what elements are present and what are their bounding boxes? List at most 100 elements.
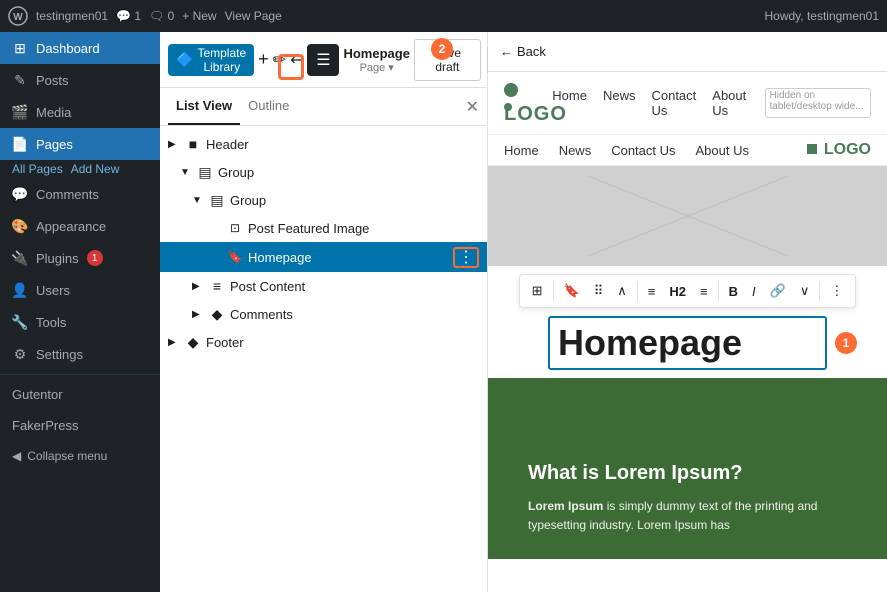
green-top-space — [528, 402, 847, 462]
comments-block-icon: ◆ — [208, 305, 226, 323]
undo-icon: ↩ — [290, 50, 303, 70]
edit-button[interactable]: ✏ — [273, 44, 286, 76]
group2-block-icon: ▤ — [208, 191, 226, 209]
image-block-icon: ⊡ — [226, 219, 244, 237]
chevron-icon[interactable]: ▶ — [168, 139, 180, 150]
toolbar-copy-button[interactable]: ⊞ — [526, 279, 549, 303]
page-subtitle[interactable]: Page ▾ — [343, 61, 409, 74]
subnav-logo-text: LOGO — [824, 141, 871, 158]
toolbar-move-up-button[interactable]: ∧ — [611, 279, 633, 303]
editor-topbar: 🔷 Template Library + ✏ ↩ ☰ 2 — [160, 32, 487, 88]
chevron-icon[interactable]: ▶ — [192, 281, 204, 292]
subnav-home[interactable]: Home — [504, 143, 539, 158]
plus-icon: + — [258, 49, 269, 70]
toolbar-bookmark-button[interactable]: 🔖 — [558, 279, 586, 303]
back-arrow-icon: ← — [500, 44, 513, 59]
tree-item-comments[interactable]: ▶ ◆ Comments — [160, 300, 487, 328]
toolbar-link-button[interactable]: 🔗 — [764, 279, 792, 303]
tree-item-group-2[interactable]: ▼ ▤ Group — [160, 186, 487, 214]
tree-item-post-featured-image[interactable]: ⊡ Post Featured Image — [160, 214, 487, 242]
footer-block-icon: ◆ — [184, 333, 202, 351]
sidebar-item-media[interactable]: 🎬 Media — [0, 96, 160, 128]
settings-icon: ⚙ — [12, 346, 28, 362]
back-button[interactable]: ← Back — [500, 44, 546, 59]
block-toolbar: ⊞ 🔖 ⠿ ∧ ≡ H2 ≡ B I 🔗 ∨ ⋮ — [519, 274, 857, 308]
subnav-news[interactable]: News — [559, 143, 592, 158]
lorem-bold: Lorem Ipsum — [528, 499, 603, 513]
nav-news[interactable]: News — [603, 88, 636, 118]
template-library-button[interactable]: 🔷 Template Library — [168, 44, 254, 76]
tree-item-header[interactable]: ▶ ■ Header — [160, 130, 487, 158]
pencil-icon: ✏ — [273, 50, 286, 70]
toolbar-align-button[interactable]: ≡ — [642, 280, 662, 303]
toolbar-more-formats-button[interactable]: ∨ — [794, 279, 816, 303]
sidebar-item-settings[interactable]: ⚙ Settings — [0, 338, 160, 370]
sidebar-item-posts[interactable]: ✎ Posts — [0, 64, 160, 96]
toolbar-h2-button[interactable]: H2 — [663, 280, 692, 303]
tree-item-footer[interactable]: ▶ ◆ Footer — [160, 328, 487, 356]
admin-bar-view-page[interactable]: View Page — [225, 9, 282, 23]
sidebar-item-users[interactable]: 👤 Users — [0, 274, 160, 306]
nav-home[interactable]: Home — [552, 88, 587, 118]
chevron-icon[interactable]: ▼ — [180, 167, 192, 178]
sidebar-item-label: Media — [36, 105, 71, 120]
add-block-button[interactable]: + — [258, 44, 269, 76]
collapse-menu[interactable]: ◀ Collapse menu — [0, 441, 160, 471]
comments-icon: 💬 — [12, 186, 28, 202]
sidebar-item-gutentor[interactable]: Gutentor — [0, 379, 160, 410]
list-view-button[interactable]: ☰ — [307, 44, 339, 76]
undo-button[interactable]: ↩ — [290, 44, 303, 76]
lorem-heading: What is Lorem Ipsum? — [528, 462, 847, 485]
tree-item-group-1[interactable]: ▼ ▤ Group — [160, 158, 487, 186]
toolbar-options-button[interactable]: ⋮ — [824, 279, 849, 303]
gutentor-label: Gutentor — [12, 387, 63, 402]
all-pages-link[interactable]: All Pages — [12, 162, 63, 176]
group-block-icon: ▤ — [196, 163, 214, 181]
admin-bar: W testingmen01 💬 1 🗨 0 + New View Page H… — [0, 0, 887, 32]
template-library-label: Template Library — [197, 46, 246, 74]
sidebar-item-comments[interactable]: 💬 Comments — [0, 178, 160, 210]
nav-about[interactable]: About Us — [712, 88, 748, 118]
comments-label: Comments — [230, 307, 479, 322]
sidebar-item-label: Users — [36, 283, 70, 298]
toolbar-italic-button[interactable]: I — [746, 280, 762, 303]
list-view-content: ▶ ■ Header ▼ ▤ Group ▼ ▤ Group — [160, 126, 487, 592]
list-view-icon: ☰ — [316, 50, 330, 70]
homepage-heading-input[interactable] — [548, 316, 827, 370]
sidebar-item-label: Tools — [36, 315, 66, 330]
close-panel-button[interactable]: ✕ — [466, 97, 479, 117]
admin-bar-messages: 🗨 0 — [149, 9, 174, 23]
admin-bar-howdy: Howdy, testingmen01 — [764, 9, 879, 23]
sidebar-item-tools[interactable]: 🔧 Tools — [0, 306, 160, 338]
canvas-area: ← Back LOGO Home News Contact Us About U… — [488, 32, 887, 592]
tab-outline[interactable]: Outline — [240, 88, 297, 125]
item-menu-button[interactable]: ⋮ — [453, 247, 479, 268]
chevron-icon[interactable]: ▼ — [192, 195, 204, 206]
annotation-2-wrapper: 2 — [431, 38, 453, 60]
subnav-contact[interactable]: Contact Us — [611, 143, 675, 158]
sidebar-item-dashboard[interactable]: ⊞ Dashboard — [0, 32, 160, 64]
lorem-body: Lorem Ipsum is simply dummy text of the … — [528, 497, 847, 535]
plugins-icon: 🔌 — [12, 250, 28, 266]
tree-item-post-content[interactable]: ▶ ≡ Post Content — [160, 272, 487, 300]
chevron-icon[interactable]: ▶ — [192, 309, 204, 320]
sidebar-item-plugins[interactable]: 🔌 Plugins 1 — [0, 242, 160, 274]
sidebar-item-fakerpress[interactable]: FakerPress — [0, 410, 160, 441]
toolbar-divider — [553, 281, 554, 301]
nav-contact[interactable]: Contact Us — [651, 88, 696, 118]
sidebar-item-appearance[interactable]: 🎨 Appearance — [0, 210, 160, 242]
sidebar-item-pages[interactable]: 📄 Pages — [0, 128, 160, 160]
tree-item-homepage[interactable]: 🔖 Homepage ⋮ 3 — [160, 242, 487, 272]
appearance-icon: 🎨 — [12, 218, 28, 234]
toolbar-bold-button[interactable]: B — [723, 280, 744, 303]
toolbar-drag-button[interactable]: ⠿ — [588, 279, 610, 303]
sidebar-item-label: Plugins — [36, 251, 79, 266]
chevron-icon[interactable]: ▶ — [168, 337, 180, 348]
admin-bar-site[interactable]: testingmen01 — [36, 9, 108, 23]
tab-list-view[interactable]: List View — [168, 88, 240, 125]
subnav-about[interactable]: About Us — [696, 143, 749, 158]
add-new-link[interactable]: Add New — [71, 162, 120, 176]
template-icon: 🔷 — [176, 51, 193, 68]
toolbar-align2-button[interactable]: ≡ — [694, 280, 714, 303]
admin-bar-new[interactable]: + New — [182, 9, 216, 23]
